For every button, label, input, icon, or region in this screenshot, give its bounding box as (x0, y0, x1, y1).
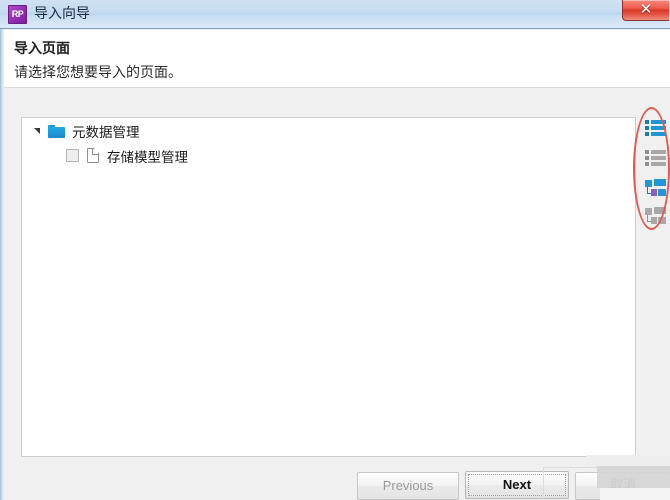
app-logo-icon: RP (8, 5, 27, 24)
tree-toolbar (644, 119, 670, 239)
tree-row[interactable]: 存储模型管理 (22, 143, 635, 168)
collapse-tree-icon[interactable] (645, 207, 667, 227)
expand-tree-icon[interactable] (645, 179, 667, 199)
page-subtitle: 请选择您想要导入的页面。 (14, 65, 182, 81)
page-checkbox[interactable] (66, 149, 79, 162)
next-button[interactable]: Next (465, 471, 569, 499)
close-icon: ✕ (639, 0, 653, 18)
deselect-all-icon[interactable] (645, 149, 667, 169)
close-button[interactable]: ✕ (622, 0, 669, 21)
cancel-button[interactable]: 取消 (575, 472, 670, 500)
import-wizard-window: RP 导入向导 ✕ 导入页面 请选择您想要导入的页面。 元数据管理 存储模型管理 (0, 0, 670, 500)
tree-item-label: 元数据管理 (72, 124, 140, 141)
window-title: 导入向导 (34, 6, 90, 22)
tree-item-label: 存储模型管理 (107, 149, 188, 166)
page-document-icon (87, 148, 99, 163)
tree-row[interactable]: 元数据管理 (22, 118, 635, 143)
folder-icon (48, 124, 65, 138)
select-all-icon[interactable] (645, 119, 667, 139)
page-tree-panel[interactable]: 元数据管理 存储模型管理 (21, 117, 636, 457)
title-bar: RP 导入向导 ✕ (0, 0, 670, 29)
wizard-header: 导入页面 请选择您想要导入的页面。 (4, 30, 670, 88)
page-title: 导入页面 (14, 41, 70, 57)
previous-button[interactable]: Previous (357, 472, 459, 500)
wizard-body: 元数据管理 存储模型管理 (4, 89, 670, 500)
expand-triangle-icon[interactable] (32, 124, 46, 138)
